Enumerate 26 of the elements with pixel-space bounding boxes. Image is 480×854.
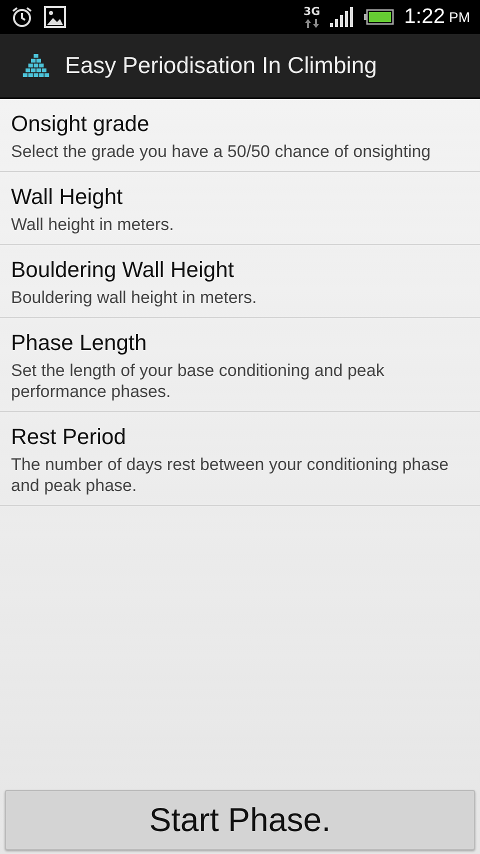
- image-icon: [44, 6, 66, 28]
- network-type: 3G: [303, 6, 320, 17]
- preference-summary: Set the length of your base conditioning and peak performance phases.: [11, 360, 386, 402]
- clock-period: PM: [449, 9, 470, 25]
- start-phase-button[interactable]: Start Phase.: [5, 790, 475, 850]
- alarm-clock-icon: [10, 5, 34, 29]
- pyramid-icon: [22, 54, 50, 78]
- preference-title: Rest Period: [11, 424, 127, 450]
- app-title: Easy Periodisation In Climbing: [65, 52, 377, 79]
- preference-item[interactable]: Bouldering Wall Height Bouldering wall height in meters.: [0, 245, 480, 318]
- preference-item[interactable]: Onsight grade Select the grade you have a 50/50 chance of onsighting: [0, 99, 480, 172]
- preference-title: Wall Height: [11, 184, 124, 210]
- battery-icon: [364, 9, 394, 25]
- preference-item[interactable]: Wall Height Wall height in meters.: [0, 172, 480, 245]
- preference-title: Phase Length: [11, 330, 148, 356]
- data-arrows-icon: [304, 19, 320, 28]
- preference-summary: Select the grade you have a 50/50 chance of onsighting: [11, 141, 432, 162]
- preference-title: Bouldering Wall Height: [11, 257, 235, 283]
- signal-icon: [330, 7, 354, 27]
- preference-summary: Wall height in meters.: [11, 214, 175, 235]
- preference-title: Onsight grade: [11, 111, 150, 137]
- preference-summary: The number of days rest between your conditioning phase and peak phase.: [11, 454, 450, 496]
- preference-item[interactable]: Rest Period The number of days rest between your conditioning phase and peak phase.: [0, 412, 480, 506]
- preference-summary: Bouldering wall height in meters.: [11, 287, 258, 308]
- clock-time: 1:22: [404, 5, 445, 29]
- preference-item[interactable]: Phase Length Set the length of your base conditioning and peak performance phases.: [0, 318, 480, 412]
